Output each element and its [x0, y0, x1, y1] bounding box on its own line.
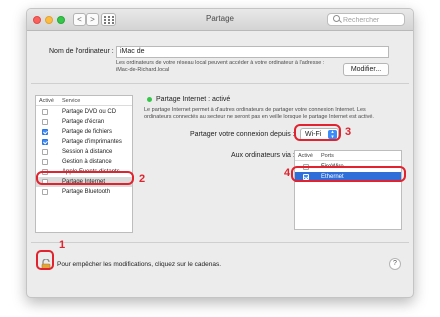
- ports-header: Activé Ports: [295, 151, 401, 161]
- checkbox-checked[interactable]: [42, 139, 48, 145]
- title-bar: < > Partage: [27, 9, 413, 31]
- lock-text: Pour empêcher les modifications, cliquez…: [57, 261, 222, 268]
- service-row-bluetooth[interactable]: Partage Bluetooth: [36, 187, 132, 197]
- checkbox[interactable]: [42, 159, 48, 165]
- to-computers-label: Aux ordinateurs via :: [231, 152, 295, 159]
- description-line-2: ordinateurs connectés au secteur ne sero…: [144, 114, 374, 120]
- share-from-label: Partager votre connexion depuis :: [190, 131, 295, 138]
- service-list-header: Activé Service: [36, 96, 132, 106]
- annotation-ring-4: [291, 166, 406, 182]
- service-list: Activé Service Partage DVD ou CD Partage…: [35, 95, 133, 233]
- computer-name-label: Nom de l'ordinateur :: [49, 48, 114, 55]
- checkbox[interactable]: [42, 149, 48, 155]
- service-row-files[interactable]: Partage de fichiers: [36, 127, 132, 137]
- service-row-printers[interactable]: Partage d'imprimantes: [36, 137, 132, 147]
- annotation-ring-1: [36, 250, 54, 270]
- annotation-ring-2: [36, 171, 134, 185]
- hostname-address: iMac-de-Richard.local: [116, 67, 170, 73]
- search-icon: [333, 15, 340, 22]
- sharing-window: < > Partage Nom de l'ordinateur : iMac d…: [26, 8, 414, 298]
- computer-name-field[interactable]: iMac de: [116, 46, 389, 58]
- modify-button[interactable]: Modifier...: [343, 63, 389, 76]
- search-input[interactable]: [343, 15, 403, 25]
- col-active-header: Activé: [39, 98, 54, 104]
- annotation-ring-3: [294, 124, 341, 141]
- description-line-1: Le partage Internet permet à d'autres or…: [144, 107, 366, 113]
- service-row-remote-management[interactable]: Gestion à distance: [36, 157, 132, 167]
- status-indicator-icon: [147, 97, 152, 102]
- col-service-header: Service: [62, 98, 81, 104]
- checkbox[interactable]: [42, 189, 48, 195]
- checkbox-checked[interactable]: [42, 129, 48, 135]
- checkbox[interactable]: [42, 109, 48, 115]
- status-text: Partage Internet : activé: [156, 96, 231, 103]
- ports-list: Activé Ports FireWire Ethernet: [294, 150, 402, 230]
- annotation-number-4: 4: [284, 167, 291, 179]
- footer-divider: [31, 242, 409, 243]
- annotation-number-3: 3: [345, 126, 352, 138]
- help-button[interactable]: ?: [389, 258, 401, 270]
- service-row-screen[interactable]: Partage d'écran: [36, 117, 132, 127]
- search-field[interactable]: [327, 13, 405, 26]
- service-row-dvd[interactable]: Partage DVD ou CD: [36, 107, 132, 117]
- service-row-remote-login[interactable]: Session à distance: [36, 147, 132, 157]
- ports-col-ports: Ports: [321, 153, 334, 159]
- checkbox[interactable]: [42, 119, 48, 125]
- hostname-hint: Les ordinateurs de votre réseau local pe…: [116, 60, 325, 66]
- annotation-number-1: 1: [59, 239, 66, 251]
- ports-col-active: Activé: [298, 153, 313, 159]
- annotation-number-2: 2: [139, 173, 146, 185]
- divider: [31, 83, 409, 84]
